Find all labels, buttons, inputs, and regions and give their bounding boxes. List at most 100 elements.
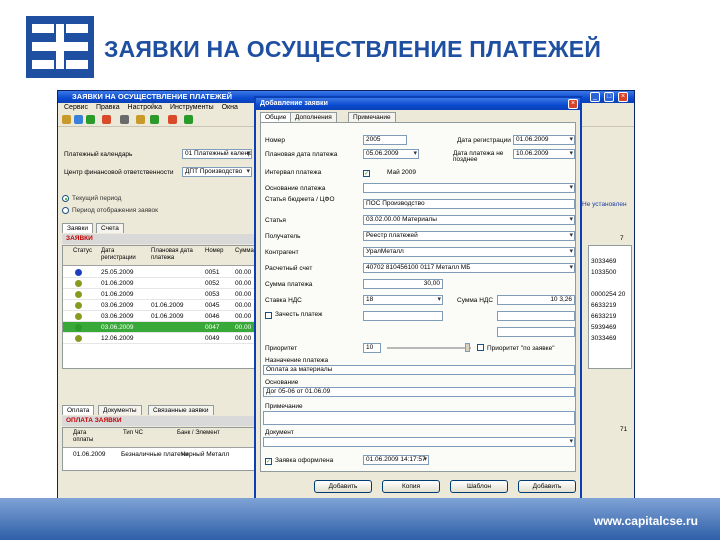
- new-icon[interactable]: [62, 115, 71, 124]
- requests-group-header: ЗАЯВКИ: [62, 234, 256, 244]
- col-sum[interactable]: Сумма: [235, 248, 254, 255]
- code-row: 3033469: [589, 256, 631, 267]
- cell-num: 0047: [205, 324, 220, 331]
- table-row[interactable]: 03.06.2009 01.06.2009 0045 00.00: [63, 300, 255, 311]
- settlement-select[interactable]: 40702 810456100 0117 Металл МБ: [363, 263, 575, 273]
- code-row: 6633219: [589, 300, 631, 311]
- code-cell: 1033500: [591, 269, 617, 276]
- tab-linked-requests[interactable]: Связанные заявки: [148, 405, 214, 415]
- col-bank[interactable]: Банк / Элемент: [177, 430, 220, 437]
- offset-checkbox[interactable]: [265, 312, 272, 319]
- open-icon[interactable]: [74, 115, 83, 124]
- pay-by-input[interactable]: 10.06.2009: [513, 149, 575, 159]
- col-plan-date[interactable]: Плановая дата платежа: [151, 248, 201, 262]
- menu-item[interactable]: Окна: [222, 103, 238, 113]
- approve-icon[interactable]: [184, 115, 193, 124]
- status-icon: [75, 335, 82, 342]
- plan-date-input[interactable]: 05.06.2009: [363, 149, 419, 159]
- payment-date: 01.06.2009: [73, 451, 106, 458]
- offset-input[interactable]: [363, 311, 443, 321]
- col-reg-date[interactable]: Дата регистрации: [101, 248, 147, 262]
- offset-sum-input[interactable]: [497, 311, 575, 321]
- add-request-dialog: Добавление заявки × Общие Дополнения При…: [254, 96, 582, 500]
- menu-item[interactable]: Сервис: [64, 103, 88, 113]
- calendar-select[interactable]: 01 Платежный календарь: [182, 149, 252, 159]
- reg-date-input[interactable]: 01.06.2009: [513, 135, 575, 145]
- reg-date-label: Дата регистрации: [457, 137, 511, 144]
- cell-date: 03.06.2009: [101, 313, 134, 320]
- dialog-tab-extra[interactable]: Дополнения: [290, 112, 337, 122]
- item-select[interactable]: 03.02.00.00 Материалы: [363, 215, 575, 225]
- basis-payment-select[interactable]: [363, 183, 575, 193]
- tab-documents[interactable]: Документы: [98, 405, 142, 415]
- dialog-tab-general[interactable]: Общие: [260, 112, 292, 122]
- menu-item[interactable]: Настройка: [128, 103, 162, 113]
- tab-requests[interactable]: Заявки: [62, 223, 93, 233]
- code-row: 3033469: [589, 333, 631, 344]
- col-status[interactable]: Статус: [73, 248, 92, 255]
- filter-icon[interactable]: [120, 115, 129, 124]
- payment-grid: Дата оплаты Тип ЧС Банк / Элемент 01.06.…: [62, 427, 256, 471]
- priority-slider[interactable]: [387, 347, 471, 349]
- closed-checkbox[interactable]: ✓: [265, 458, 272, 465]
- priority-input[interactable]: 10: [363, 343, 381, 353]
- table-row[interactable]: 12.06.2009 0049 00.00: [63, 333, 255, 344]
- confirm-add-button[interactable]: Добавить: [518, 480, 576, 493]
- item-label: Статья: [265, 217, 286, 224]
- col-pay-date[interactable]: Дата оплаты: [73, 430, 103, 444]
- tab-accounts[interactable]: Счета: [96, 223, 124, 233]
- table-row[interactable]: 03.06.2009 01.06.2009 0046 00.00: [63, 311, 255, 322]
- payment-count: 71: [620, 426, 628, 433]
- budget-item-input[interactable]: ПОС Производство: [363, 199, 575, 209]
- table-row[interactable]: 25.05.2009 0051 00.00: [63, 267, 255, 278]
- note-input[interactable]: [263, 411, 575, 425]
- center-select[interactable]: ДПТ Производство: [182, 167, 252, 177]
- payment-row[interactable]: 01.06.2009 Безналичные платежи Черный Ме…: [63, 449, 255, 460]
- interval-checkbox[interactable]: ✓: [363, 170, 370, 177]
- minimize-button[interactable]: _: [590, 92, 600, 102]
- vat-select[interactable]: 18: [363, 295, 443, 305]
- settings-icon[interactable]: [136, 115, 145, 124]
- vat-sum-input[interactable]: 10 3,26: [497, 295, 575, 305]
- col-type[interactable]: Тип ЧС: [123, 430, 143, 437]
- col-number[interactable]: Номер: [205, 248, 223, 255]
- interval-value: Май 2009: [387, 169, 416, 176]
- print-icon[interactable]: [168, 115, 177, 124]
- display-period-radio[interactable]: [62, 207, 69, 214]
- refresh-icon[interactable]: [86, 115, 95, 124]
- close-icon[interactable]: ×: [618, 92, 628, 102]
- delete-icon[interactable]: [102, 115, 111, 124]
- recipient-select[interactable]: Реестр платежей: [363, 231, 575, 241]
- add-button[interactable]: Добавить: [314, 480, 372, 493]
- document-select[interactable]: [263, 437, 575, 447]
- status-icon: [75, 269, 82, 276]
- closed-date-input[interactable]: 01.06.2009 14:17:57: [363, 455, 429, 465]
- priority-checkbox[interactable]: [477, 344, 484, 351]
- table-row[interactable]: 03.06.2009 0047 00.00: [63, 322, 255, 333]
- cell-sum: 00.00: [235, 280, 252, 287]
- settlement-label: Расчетный счет: [265, 265, 313, 272]
- table-row[interactable]: 01.06.2009 0053 00.00: [63, 289, 255, 300]
- check-icon[interactable]: [150, 115, 159, 124]
- template-button[interactable]: Шаблон: [450, 480, 508, 493]
- dialog-close-icon[interactable]: ×: [568, 99, 578, 109]
- status-icon: [75, 313, 82, 320]
- sum-input[interactable]: 30,00: [363, 279, 443, 289]
- maximize-button[interactable]: □: [604, 92, 614, 102]
- payee-select[interactable]: УралМеталл: [363, 247, 575, 257]
- menu-item[interactable]: Инструменты: [170, 103, 214, 113]
- offset-extra-input[interactable]: [497, 327, 575, 337]
- code-cell: 6633219: [591, 313, 617, 320]
- number-input[interactable]: 2005: [363, 135, 407, 145]
- menu-item[interactable]: Правка: [96, 103, 120, 113]
- table-row[interactable]: 01.06.2009 0052 00.00: [63, 278, 255, 289]
- current-period-radio[interactable]: [62, 195, 69, 202]
- copy-button[interactable]: Копия: [382, 480, 440, 493]
- dialog-tab-note[interactable]: Примечание: [348, 112, 396, 122]
- code-cell: 5939469: [591, 324, 617, 331]
- priority-slider-handle[interactable]: [465, 343, 470, 352]
- number-label: Номер: [265, 137, 286, 144]
- tab-payment[interactable]: Оплата: [62, 405, 95, 415]
- purpose-input[interactable]: Оплата за материалы: [263, 365, 575, 375]
- basis-input[interactable]: Дог 05-06 от 01.06.09: [263, 387, 575, 397]
